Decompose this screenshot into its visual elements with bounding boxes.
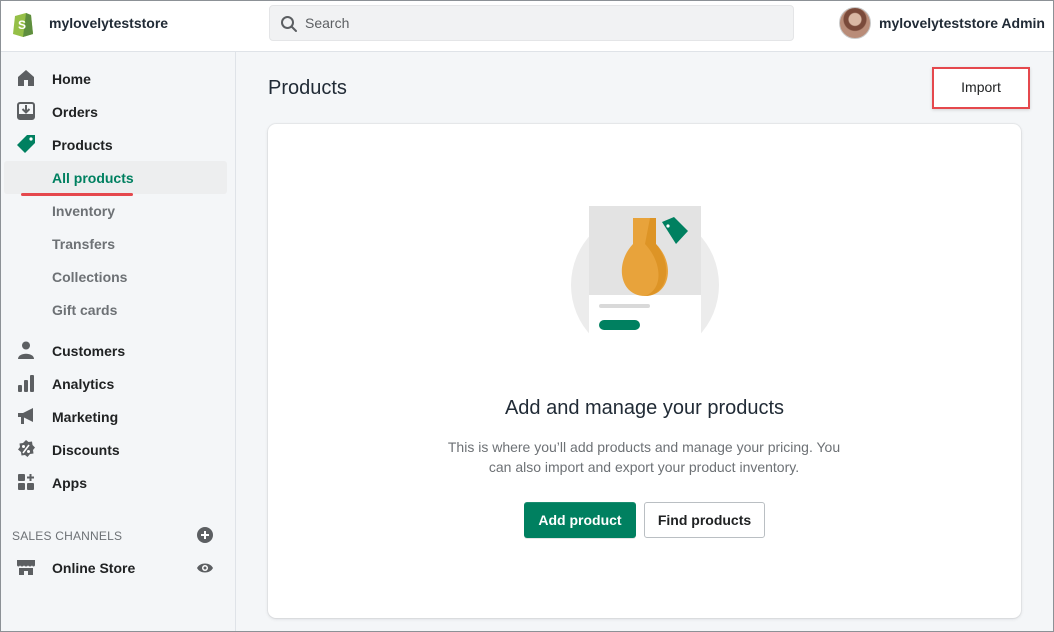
search-icon	[281, 16, 297, 32]
sidebar-item-label: Marketing	[52, 409, 119, 425]
admin-name[interactable]: mylovelyteststore Admin	[879, 15, 1045, 31]
orders-icon	[17, 102, 35, 120]
eye-icon[interactable]	[196, 561, 214, 575]
sidebar-item-label: Analytics	[52, 376, 115, 392]
sidebar-item-discounts[interactable]: Discounts	[8, 433, 227, 466]
sidebar-item-products[interactable]: Products	[8, 128, 227, 161]
sales-channels-title: SALES CHANNELS	[12, 529, 123, 543]
top-bar: S mylovelyteststore Search mylovelytests…	[0, 0, 1054, 52]
page-title: Products	[268, 77, 347, 99]
avatar[interactable]	[839, 7, 871, 39]
sidebar-item-orders[interactable]: Orders	[8, 95, 227, 128]
search-placeholder: Search	[305, 15, 350, 31]
empty-state-card: Add and manage your products This is whe…	[268, 124, 1021, 618]
import-button[interactable]: Import	[932, 67, 1030, 109]
bar-chart-icon	[18, 375, 34, 392]
sidebar-subitem-all-products[interactable]: All products	[4, 161, 227, 194]
sidebar-subitem-label: Gift cards	[52, 302, 118, 318]
apps-icon	[18, 474, 34, 490]
product-illustration	[571, 206, 719, 364]
sidebar-subitem-label: All products	[52, 170, 134, 186]
sidebar-subitem-label: Collections	[52, 269, 128, 285]
import-button-label: Import	[961, 79, 1001, 95]
sidebar-subitem-label: Transfers	[52, 236, 116, 252]
discount-icon	[18, 440, 35, 457]
megaphone-icon	[18, 408, 33, 424]
store-name[interactable]: mylovelyteststore	[49, 15, 168, 31]
add-product-button-label: Add product	[538, 512, 622, 528]
add-sales-channel-plus-icon[interactable]	[197, 527, 213, 543]
sidebar-subitem-collections[interactable]: Collections	[4, 260, 227, 293]
sidebar-item-label: Home	[52, 71, 91, 87]
find-products-button[interactable]: Find products	[644, 502, 765, 538]
empty-state-heading: Add and manage your products	[504, 397, 785, 419]
search-input[interactable]: Search	[269, 5, 794, 41]
empty-state-description: This is where you’ll add products and ma…	[447, 439, 841, 475]
sidebar-item-marketing[interactable]: Marketing	[8, 400, 227, 433]
svg-text:S: S	[18, 18, 26, 32]
sidebar-item-customers[interactable]: Customers	[8, 334, 227, 367]
sidebar-item-label: Orders	[52, 104, 98, 120]
add-product-button[interactable]: Add product	[524, 502, 636, 538]
shopify-logo-icon[interactable]: S	[11, 10, 35, 37]
sidebar-item-label: Products	[52, 137, 113, 153]
sidebar-item-label: Discounts	[52, 442, 120, 458]
sidebar-subitem-transfers[interactable]: Transfers	[4, 227, 227, 260]
tag-icon	[17, 135, 35, 153]
sidebar-item-home[interactable]: Home	[8, 62, 227, 95]
sidebar-item-analytics[interactable]: Analytics	[8, 367, 227, 400]
person-icon	[18, 341, 34, 359]
home-icon	[18, 70, 34, 86]
store-icon	[17, 560, 35, 575]
find-products-button-label: Find products	[657, 512, 752, 528]
sidebar-subitem-label: Inventory	[52, 203, 116, 219]
sidebar-item-online-store[interactable]: Online Store	[8, 551, 227, 584]
sidebar-item-label: Online Store	[52, 560, 136, 576]
sidebar-subitem-inventory[interactable]: Inventory	[4, 194, 227, 227]
sidebar-subitem-gift-cards[interactable]: Gift cards	[4, 293, 227, 326]
sidebar-item-apps[interactable]: Apps	[8, 466, 227, 499]
sidebar-item-label: Customers	[52, 343, 126, 359]
sidebar-item-label: Apps	[52, 475, 87, 491]
